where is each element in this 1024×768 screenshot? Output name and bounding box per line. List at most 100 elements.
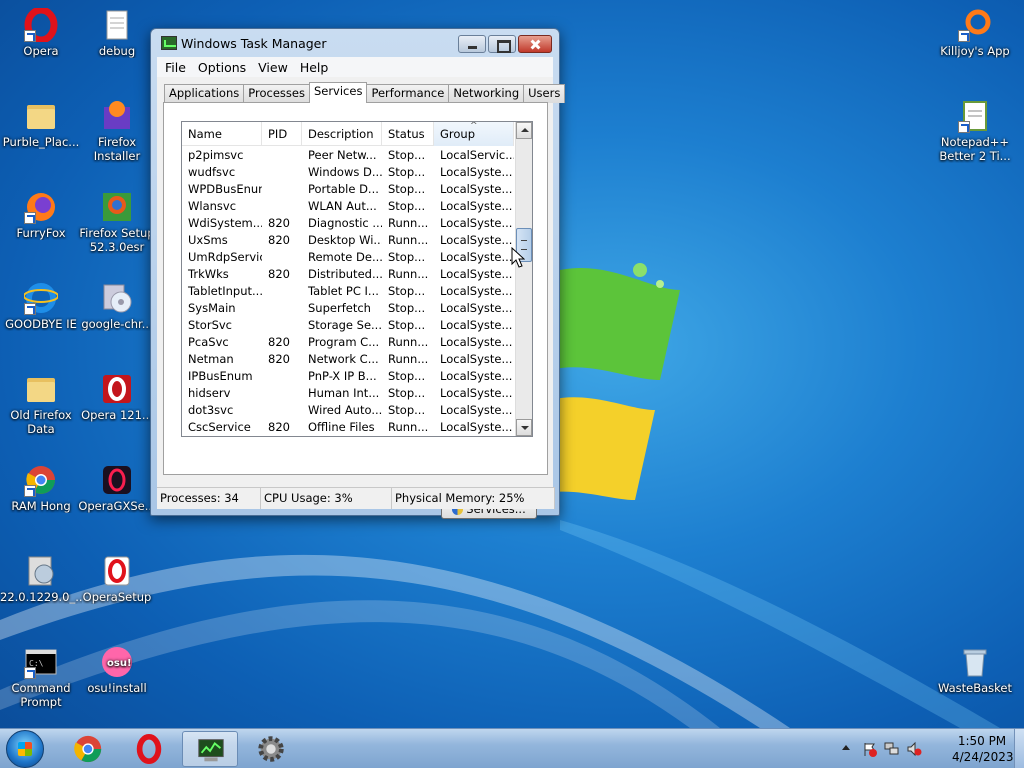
desktop-icon-wastebasket[interactable]: WasteBasket [934, 641, 1016, 695]
menu-help[interactable]: Help [294, 60, 335, 75]
firefox-installer-icon [100, 99, 134, 133]
cell-status: Runn... [388, 335, 429, 349]
table-row[interactable]: TabletInput... Tablet PC I... Stop... Local… [182, 283, 514, 300]
cell-name: StorSvc [188, 318, 233, 332]
folder-icon [24, 99, 58, 133]
table-row[interactable]: WdiSystem... 820 Diagnostic ... Runn... Loca… [182, 215, 514, 232]
cell-pid [262, 368, 302, 385]
desktop-icon-osu-install[interactable]: osu! osu!install [76, 641, 158, 695]
scroll-down-button[interactable] [516, 419, 532, 436]
minimize-button[interactable] [458, 35, 486, 53]
desktop-icon-operasetup[interactable]: OperaSetup [76, 550, 158, 604]
window-client-area: File Options View Help Applications Proc… [157, 57, 566, 519]
desktop-icon-goodbye-ie[interactable]: GOODBYE IE [0, 277, 82, 331]
network-icon[interactable] [884, 741, 900, 757]
maximize-button[interactable] [488, 35, 516, 53]
cell-pid [262, 249, 302, 266]
cell-status: Runn... [388, 352, 429, 366]
table-row[interactable]: dot3svc Wired Auto... Stop... LocalSyste... [182, 402, 514, 419]
column-description[interactable]: Description [302, 122, 382, 146]
table-row[interactable]: p2pimsvc Peer Netw... Stop... LocalServic..… [182, 147, 514, 164]
close-button[interactable] [518, 35, 552, 53]
table-row[interactable]: WPDBusEnum Portable D... Stop... LocalSyste… [182, 181, 514, 198]
tab-processes[interactable]: Processes [243, 84, 310, 103]
cell-status: Stop... [388, 250, 426, 264]
list-body: p2pimsvc Peer Netw... Stop... LocalServic..… [182, 147, 514, 436]
cell-status: Stop... [388, 318, 426, 332]
cell-group: LocalSyste... [440, 199, 513, 213]
services-list[interactable]: Name PID Description Status Group ^ p2pi… [181, 121, 533, 437]
volume-muted-icon[interactable] [906, 741, 922, 757]
vertical-scrollbar[interactable] [515, 122, 532, 436]
tab-services[interactable]: Services [308, 82, 368, 103]
cell-description: Program C... [308, 335, 380, 349]
show-desktop-button[interactable] [1014, 729, 1024, 768]
show-hidden-icons-icon[interactable] [842, 745, 850, 750]
desktop-icon-old-firefox-data[interactable]: Old Firefox Data [0, 368, 82, 436]
taskbar-opera[interactable] [121, 731, 177, 767]
table-row[interactable]: UmRdpService Remote De... Stop... LocalSyst… [182, 249, 514, 266]
task-manager-window[interactable]: Windows Task Manager File Options View H… [150, 28, 566, 519]
menu-file[interactable]: File [159, 60, 192, 75]
tab-networking[interactable]: Networking [448, 84, 525, 103]
table-row[interactable]: SysMain Superfetch Stop... LocalSyste... [182, 300, 514, 317]
desktop-icon-purble-place[interactable]: Purble_Plac... [0, 95, 82, 149]
cell-name: WdiSystem... [188, 216, 262, 230]
action-center-flag-icon[interactable] [862, 741, 878, 757]
desktop-icon-killjoys-app[interactable]: Killjoy's App [934, 4, 1016, 58]
scroll-up-button[interactable] [516, 122, 532, 139]
taskbar-clock[interactable]: 1:50 PM 4/24/2023 [952, 733, 1014, 765]
cell-group: LocalSyste... [440, 352, 513, 366]
menu-options[interactable]: Options [192, 60, 252, 75]
desktop-icon-command-prompt[interactable]: C:\ Command Prompt [0, 641, 82, 709]
desktop-icon-firefox-setup[interactable]: Firefox Setup 52.3.0esr [76, 186, 158, 254]
tab-applications[interactable]: Applications [164, 84, 245, 103]
cell-pid [262, 181, 302, 198]
cell-description: Storage Se... [308, 318, 382, 332]
tab-users[interactable]: Users [523, 84, 566, 103]
cell-group: LocalSyste... [440, 216, 513, 230]
desktop-icon-opera[interactable]: Opera [0, 4, 82, 58]
taskbar-task-manager[interactable] [182, 731, 238, 767]
column-name[interactable]: Name [182, 122, 262, 146]
cell-group: LocalSyste... [440, 403, 513, 417]
desktop-icon-google-chrome-setup[interactable]: google-chr... [76, 277, 158, 331]
table-row[interactable]: Wlansvc WLAN Aut... Stop... LocalSyste... [182, 198, 514, 215]
firefox-icon [24, 190, 58, 224]
cell-pid [262, 283, 302, 300]
desktop-icon-notepad-plus[interactable]: Notepad++ Better 2 Ti... [934, 95, 1016, 163]
chrome-icon [74, 735, 102, 763]
column-pid[interactable]: PID [262, 122, 302, 146]
cell-pid: 820 [268, 335, 290, 349]
table-row[interactable]: PcaSvc 820 Program C... Runn... LocalSyste..… [182, 334, 514, 351]
table-row[interactable]: TrkWks 820 Distributed... Runn... LocalSyste… [182, 266, 514, 283]
cell-description: Distributed... [308, 267, 382, 281]
start-button[interactable] [6, 730, 44, 768]
desktop-icon-operagx-setup[interactable]: OperaGXSe... [76, 459, 158, 513]
table-row[interactable]: wudfsvc Windows D... Stop... LocalSyste... [182, 164, 514, 181]
column-group[interactable]: Group ^ [434, 122, 514, 146]
svg-text:osu!: osu! [107, 658, 132, 669]
desktop-icon-furryfox[interactable]: FurryFox [0, 186, 82, 240]
desktop-icon-22-installer[interactable]: 22.0.1229.0_... [0, 550, 82, 604]
desktop-icon-ram-hong[interactable]: RAM Hong [0, 459, 82, 513]
tab-performance[interactable]: Performance [366, 84, 450, 103]
table-row[interactable]: CscService 820 Offline Files Runn... LocalSy… [182, 419, 514, 436]
cell-pid: 820 [268, 233, 290, 247]
table-row[interactable]: hidserv Human Int... Stop... LocalSyste... [182, 385, 514, 402]
desktop-icon-opera-121[interactable]: Opera 121... [76, 368, 158, 422]
cell-status: Stop... [388, 369, 426, 383]
table-row[interactable]: UxSms 820 Desktop Wi... Runn... LocalSyste..… [182, 232, 514, 249]
cell-status: Stop... [388, 403, 426, 417]
taskbar-settings[interactable] [243, 731, 299, 767]
table-row[interactable]: IPBusEnum PnP-X IP B... Stop... LocalSyste.… [182, 368, 514, 385]
menu-view[interactable]: View [252, 60, 294, 75]
taskbar-chrome[interactable] [60, 731, 116, 767]
desktop-icon-firefox-installer[interactable]: Firefox Installer [76, 95, 158, 163]
table-row[interactable]: StorSvc Storage Se... Stop... LocalSyste... [182, 317, 514, 334]
column-status[interactable]: Status [382, 122, 434, 146]
table-row[interactable]: Netman 820 Network C... Runn... LocalSyste..… [182, 351, 514, 368]
cell-name: TabletInput... [188, 284, 262, 298]
window-titlebar[interactable]: Windows Task Manager [151, 29, 559, 57]
desktop-icon-debug[interactable]: debug [76, 4, 158, 58]
